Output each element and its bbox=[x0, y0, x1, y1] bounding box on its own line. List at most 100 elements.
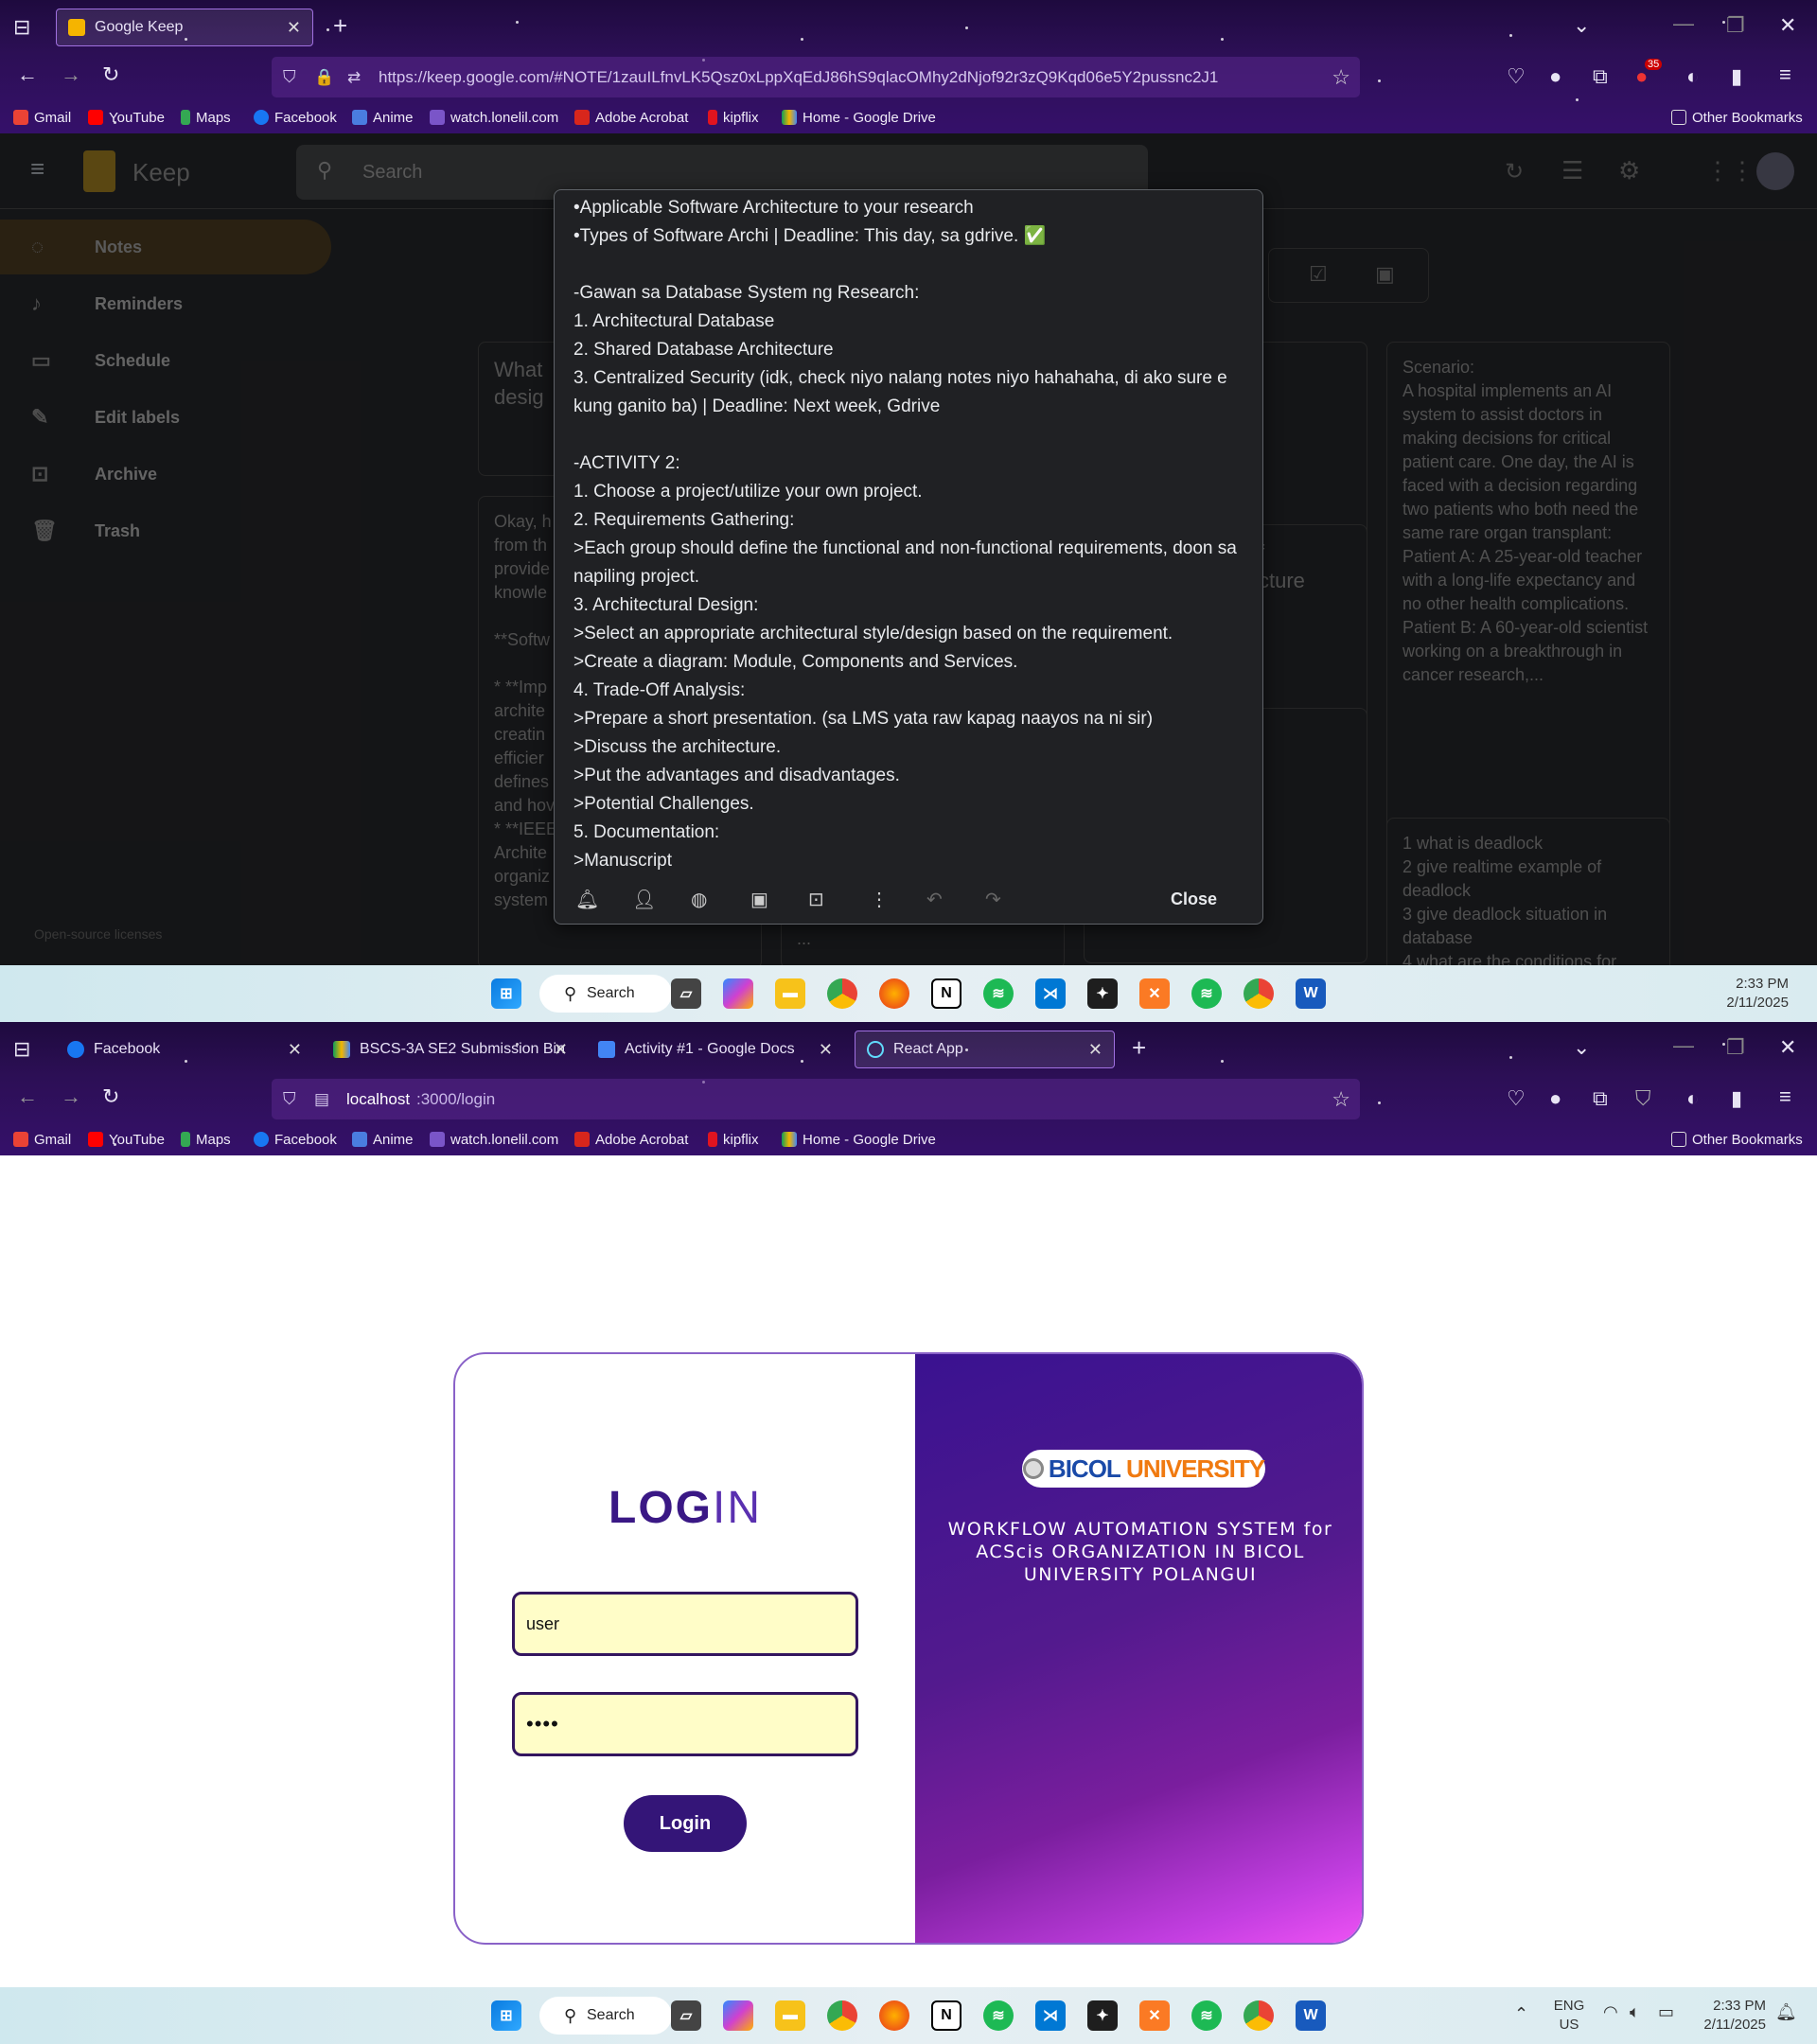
spotify-icon[interactable]: ≋ bbox=[1191, 978, 1222, 1009]
tab-list-icon[interactable]: ⊟ bbox=[13, 15, 30, 40]
chrome-icon[interactable] bbox=[827, 2000, 857, 2031]
sidebar-icon[interactable]: ▮ bbox=[1731, 1086, 1742, 1111]
lock-icon[interactable]: 🔒 bbox=[314, 68, 334, 87]
notion-icon[interactable]: N bbox=[931, 2000, 961, 2031]
menu-icon[interactable]: ≡ bbox=[1779, 1084, 1791, 1109]
bookmark-star-icon[interactable]: ☆ bbox=[1332, 65, 1350, 90]
profile-icon[interactable]: ◐ bbox=[1686, 64, 1699, 89]
url-host[interactable]: localhost bbox=[346, 1090, 410, 1109]
copilot-icon[interactable] bbox=[723, 978, 753, 1009]
note-body[interactable]: •Applicable Software Architecture to you… bbox=[573, 194, 1250, 872]
close-tab-icon[interactable]: ✕ bbox=[554, 1040, 568, 1060]
bookmark-youtube[interactable]: YouTube bbox=[88, 105, 165, 130]
taskbar-search[interactable]: ⚲ Search bbox=[539, 1997, 672, 2035]
close-button[interactable]: Close bbox=[1171, 890, 1217, 909]
extension-avatar-icon[interactable]: ● bbox=[1549, 1086, 1561, 1111]
bookmark-kipflix[interactable]: kipflix bbox=[708, 1127, 759, 1152]
list-all-tabs-icon[interactable]: ⌄ bbox=[1573, 1035, 1590, 1060]
bookmark-star-icon[interactable]: ☆ bbox=[1332, 1087, 1350, 1112]
address-bar[interactable]: ⛉ ▤ localhost :3000/login ☆ bbox=[272, 1079, 1360, 1119]
list-all-tabs-icon[interactable]: ⌄ bbox=[1573, 13, 1590, 38]
password-input[interactable]: •••• bbox=[512, 1692, 858, 1756]
pocket-icon[interactable]: ♡ bbox=[1507, 1086, 1526, 1111]
figma-icon[interactable]: ✦ bbox=[1087, 2000, 1118, 2031]
volume-icon[interactable]: 🔈︎ bbox=[1630, 2002, 1640, 2022]
system-clock[interactable]: 2:33 PM 2/11/2025 bbox=[1675, 1997, 1766, 2035]
tab-list-icon[interactable]: ⊟ bbox=[13, 1037, 30, 1062]
xampp-icon[interactable]: ✕ bbox=[1139, 2000, 1170, 2031]
palette-icon[interactable]: ◍ bbox=[691, 888, 707, 911]
figma-icon[interactable]: ✦ bbox=[1087, 978, 1118, 1009]
notion-icon[interactable]: N bbox=[931, 978, 961, 1009]
bookmark-anime[interactable]: Anime bbox=[352, 1127, 414, 1152]
bookmark-acrobat[interactable]: Adobe Acrobat bbox=[574, 105, 688, 130]
word-icon[interactable]: W bbox=[1296, 2000, 1326, 2031]
permissions-icon[interactable]: ⇄ bbox=[347, 68, 361, 87]
collaborator-icon[interactable]: 👤︎ bbox=[632, 888, 656, 911]
adblock-icon[interactable]: ⛉ bbox=[1635, 1086, 1651, 1111]
firefox-icon[interactable] bbox=[879, 2000, 909, 2031]
menu-icon[interactable]: ≡ bbox=[1779, 62, 1791, 87]
task-view-icon[interactable]: ▱ bbox=[671, 978, 701, 1009]
new-tab-button[interactable]: + bbox=[1132, 1033, 1146, 1063]
more-options-icon[interactable]: ⋮ bbox=[870, 888, 889, 911]
extension-avatar-icon[interactable]: ● bbox=[1549, 64, 1561, 89]
shield-icon[interactable]: ⛉ bbox=[283, 67, 296, 87]
bookmark-facebook[interactable]: Facebook bbox=[254, 1127, 337, 1152]
archive-icon[interactable]: ⊡ bbox=[808, 888, 824, 911]
bookmark-google-drive[interactable]: Home - Google Drive bbox=[782, 1127, 936, 1152]
other-bookmarks[interactable]: Other Bookmarks bbox=[1671, 1127, 1803, 1152]
vscode-icon[interactable]: ⋊ bbox=[1035, 978, 1066, 1009]
chrome-profile-icon[interactable] bbox=[1244, 978, 1274, 1009]
spotify-icon[interactable]: ≋ bbox=[1191, 2000, 1222, 2031]
file-explorer-icon[interactable]: ▬ bbox=[775, 2000, 805, 2031]
window-close-icon[interactable]: ✕ bbox=[1779, 1035, 1796, 1060]
input-language[interactable]: ENG US bbox=[1548, 1997, 1590, 2035]
show-hidden-icons-icon[interactable]: ⌃ bbox=[1514, 2004, 1528, 2024]
sidebar-icon[interactable]: ▮ bbox=[1731, 64, 1742, 89]
shield-icon[interactable]: ⛉ bbox=[283, 1089, 296, 1109]
firefox-icon[interactable] bbox=[879, 978, 909, 1009]
bookmark-lonelil[interactable]: watch.lonelil.com bbox=[430, 1127, 558, 1152]
bookmark-gmail[interactable]: Gmail bbox=[13, 105, 71, 130]
bookmark-maps[interactable]: Maps bbox=[181, 1127, 231, 1152]
bookmark-acrobat[interactable]: Adobe Acrobat bbox=[574, 1127, 688, 1152]
remind-me-icon[interactable]: 🔔︎ bbox=[575, 888, 599, 911]
forward-icon[interactable]: → bbox=[61, 1084, 81, 1109]
tab-google-keep[interactable]: Google Keep ✕ bbox=[56, 9, 313, 46]
taskbar-search[interactable]: ⚲ Search bbox=[539, 975, 672, 1013]
close-tab-icon[interactable]: ✕ bbox=[819, 1040, 833, 1060]
url-text[interactable]: https://keep.google.com/#NOTE/1zauILfnvL… bbox=[379, 68, 1218, 87]
forward-icon[interactable]: → bbox=[61, 62, 81, 87]
redo-icon[interactable]: ↷ bbox=[985, 888, 1001, 911]
window-close-icon[interactable]: ✕ bbox=[1779, 13, 1796, 38]
close-tab-icon[interactable]: ✕ bbox=[288, 1040, 302, 1060]
restore-icon[interactable]: ❐ bbox=[1726, 13, 1745, 38]
bookmark-lonelil[interactable]: watch.lonelil.com bbox=[430, 105, 558, 130]
spotify-icon[interactable]: ≋ bbox=[983, 978, 1014, 1009]
tab-react-app[interactable]: React App ✕ bbox=[855, 1031, 1115, 1068]
minimize-icon[interactable]: — bbox=[1673, 1033, 1694, 1058]
username-input[interactable]: user bbox=[512, 1592, 858, 1656]
bookmark-gmail[interactable]: Gmail bbox=[13, 1127, 71, 1152]
pocket-icon[interactable]: ♡ bbox=[1507, 64, 1526, 89]
other-bookmarks[interactable]: Other Bookmarks bbox=[1671, 105, 1803, 130]
notifications-icon[interactable]: 🔔︎ bbox=[1775, 2002, 1797, 2022]
tab-google-docs[interactable]: Activity #1 - Google Docs ✕ bbox=[587, 1031, 844, 1068]
wifi-icon[interactable]: ◠ bbox=[1603, 2002, 1618, 2022]
extensions-icon[interactable]: ⧉ bbox=[1593, 64, 1608, 89]
chrome-icon[interactable] bbox=[827, 978, 857, 1009]
bookmark-kipflix[interactable]: kipflix bbox=[708, 105, 759, 130]
page-info-icon[interactable]: ▤ bbox=[314, 1090, 329, 1109]
login-button[interactable]: Login bbox=[624, 1795, 747, 1852]
back-icon[interactable]: ← bbox=[17, 1084, 38, 1109]
address-bar[interactable]: ⛉ 🔒 ⇄ https://keep.google.com/#NOTE/1zau… bbox=[272, 57, 1360, 97]
word-icon[interactable]: W bbox=[1296, 978, 1326, 1009]
tab-facebook[interactable]: Facebook ✕ bbox=[56, 1031, 313, 1068]
undo-icon[interactable]: ↶ bbox=[926, 888, 943, 911]
bookmark-facebook[interactable]: Facebook bbox=[254, 105, 337, 130]
reload-icon[interactable]: ↻ bbox=[102, 62, 119, 87]
tab-submission-bin[interactable]: BSCS-3A SE2 Submission Bin - G ✕ bbox=[322, 1031, 579, 1068]
start-windows-icon[interactable]: ⊞ bbox=[491, 978, 521, 1009]
minimize-icon[interactable]: — bbox=[1673, 11, 1694, 36]
